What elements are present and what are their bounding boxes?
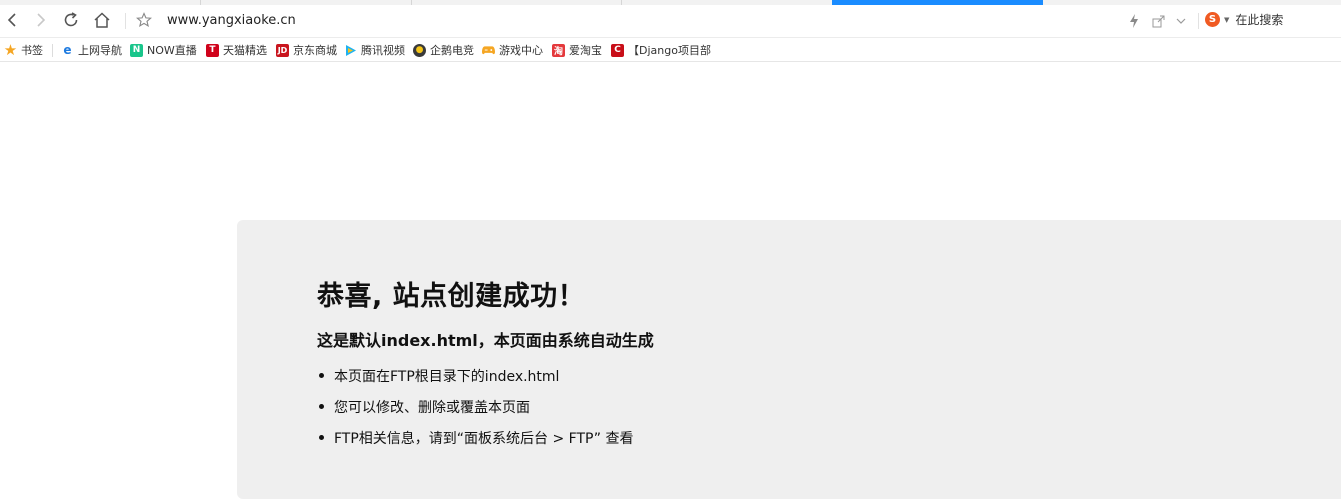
bookmark-item[interactable]: T 天猫精选 [206, 42, 267, 58]
home-button[interactable] [90, 8, 114, 32]
toolbar-divider [125, 13, 126, 29]
content-card: 恭喜, 站点创建成功！ 这是默认index.html，本页面由系统自动生成 本页… [237, 220, 1341, 499]
bookmark-label: 腾讯视频 [361, 44, 405, 57]
tencent-video-icon [344, 44, 357, 57]
star-icon: ★ [3, 41, 18, 59]
bookmark-item[interactable]: 淘 爱淘宝 [552, 42, 602, 58]
address-bar: www.yangxiaoke.cn S ▼ 在此搜索 [0, 5, 1341, 37]
bookmark-item[interactable]: e 上网导航 [61, 42, 122, 58]
toolbar-divider [1198, 13, 1199, 29]
taobao-icon: 淘 [552, 43, 565, 57]
bookmark-label: 爱淘宝 [569, 44, 602, 57]
home-icon [93, 11, 111, 29]
list-item: 本页面在FTP根目录下的index.html [317, 366, 633, 397]
tmall-icon: T [206, 43, 219, 57]
chevron-left-icon [6, 12, 18, 28]
bookmark-item[interactable]: JD 京东商城 [276, 42, 337, 58]
penguin-esports-icon: ● [413, 43, 426, 57]
bookmarks-divider [52, 44, 53, 57]
bookmark-item[interactable]: C 【Django项目部 [611, 42, 711, 58]
ie-icon: e [63, 43, 72, 57]
bookmark-label: NOW直播 [147, 44, 197, 57]
bookmark-label: 天猫精选 [223, 44, 267, 57]
reload-button[interactable] [59, 8, 83, 32]
forward-button[interactable] [29, 8, 53, 32]
gamepad-icon [482, 44, 495, 57]
sogou-search-icon[interactable]: S [1205, 12, 1220, 27]
bookmark-item[interactable]: ● 企鹅电竞 [413, 42, 474, 58]
list-item: FTP相关信息，请到“面板系统后台 > FTP” 查看 [317, 428, 633, 459]
bookmark-page-button[interactable] [132, 8, 156, 32]
search-placeholder[interactable]: 在此搜索 [1235, 11, 1283, 28]
bookmark-item[interactable]: 游戏中心 [482, 42, 543, 58]
django-c-icon: C [611, 43, 624, 57]
now-live-icon: N [130, 43, 143, 57]
bookmark-label: 【Django项目部 [628, 44, 711, 57]
caret-down-icon[interactable]: ▼ [1224, 16, 1229, 24]
share-icon[interactable] [1149, 12, 1167, 30]
list-item: 您可以修改、删除或覆盖本页面 [317, 397, 633, 428]
lightning-icon[interactable] [1125, 12, 1143, 30]
jd-icon: JD [276, 43, 289, 57]
chevron-down-icon[interactable] [1172, 12, 1190, 30]
bookmark-item[interactable]: ★ 书签 [3, 41, 43, 59]
page-subtitle: 这是默认index.html，本页面由系统自动生成 [317, 331, 654, 350]
chevron-right-icon [35, 12, 47, 28]
bookmark-label: 京东商城 [293, 44, 337, 57]
back-button[interactable] [0, 8, 24, 32]
reload-icon [62, 11, 80, 29]
bookmark-label: 书签 [21, 44, 43, 57]
page-title: 恭喜, 站点创建成功！ [317, 281, 586, 312]
info-list: 本页面在FTP根目录下的index.html 您可以修改、删除或覆盖本页面 FT… [317, 366, 633, 459]
bookmark-label: 游戏中心 [499, 44, 543, 57]
star-outline-icon [136, 12, 152, 28]
bookmark-label: 企鹅电竞 [430, 44, 474, 57]
search-box[interactable]: S ▼ 在此搜索 [1205, 11, 1283, 28]
bookmark-item[interactable]: 腾讯视频 [344, 42, 405, 58]
bookmark-label: 上网导航 [78, 44, 122, 57]
bookmark-item[interactable]: N NOW直播 [130, 42, 197, 58]
bookmarks-bar: ★ 书签 e 上网导航 N NOW直播 T 天猫精选 JD 京东商城 腾讯视频 … [0, 37, 1341, 62]
url-field[interactable]: www.yangxiaoke.cn [167, 13, 296, 28]
